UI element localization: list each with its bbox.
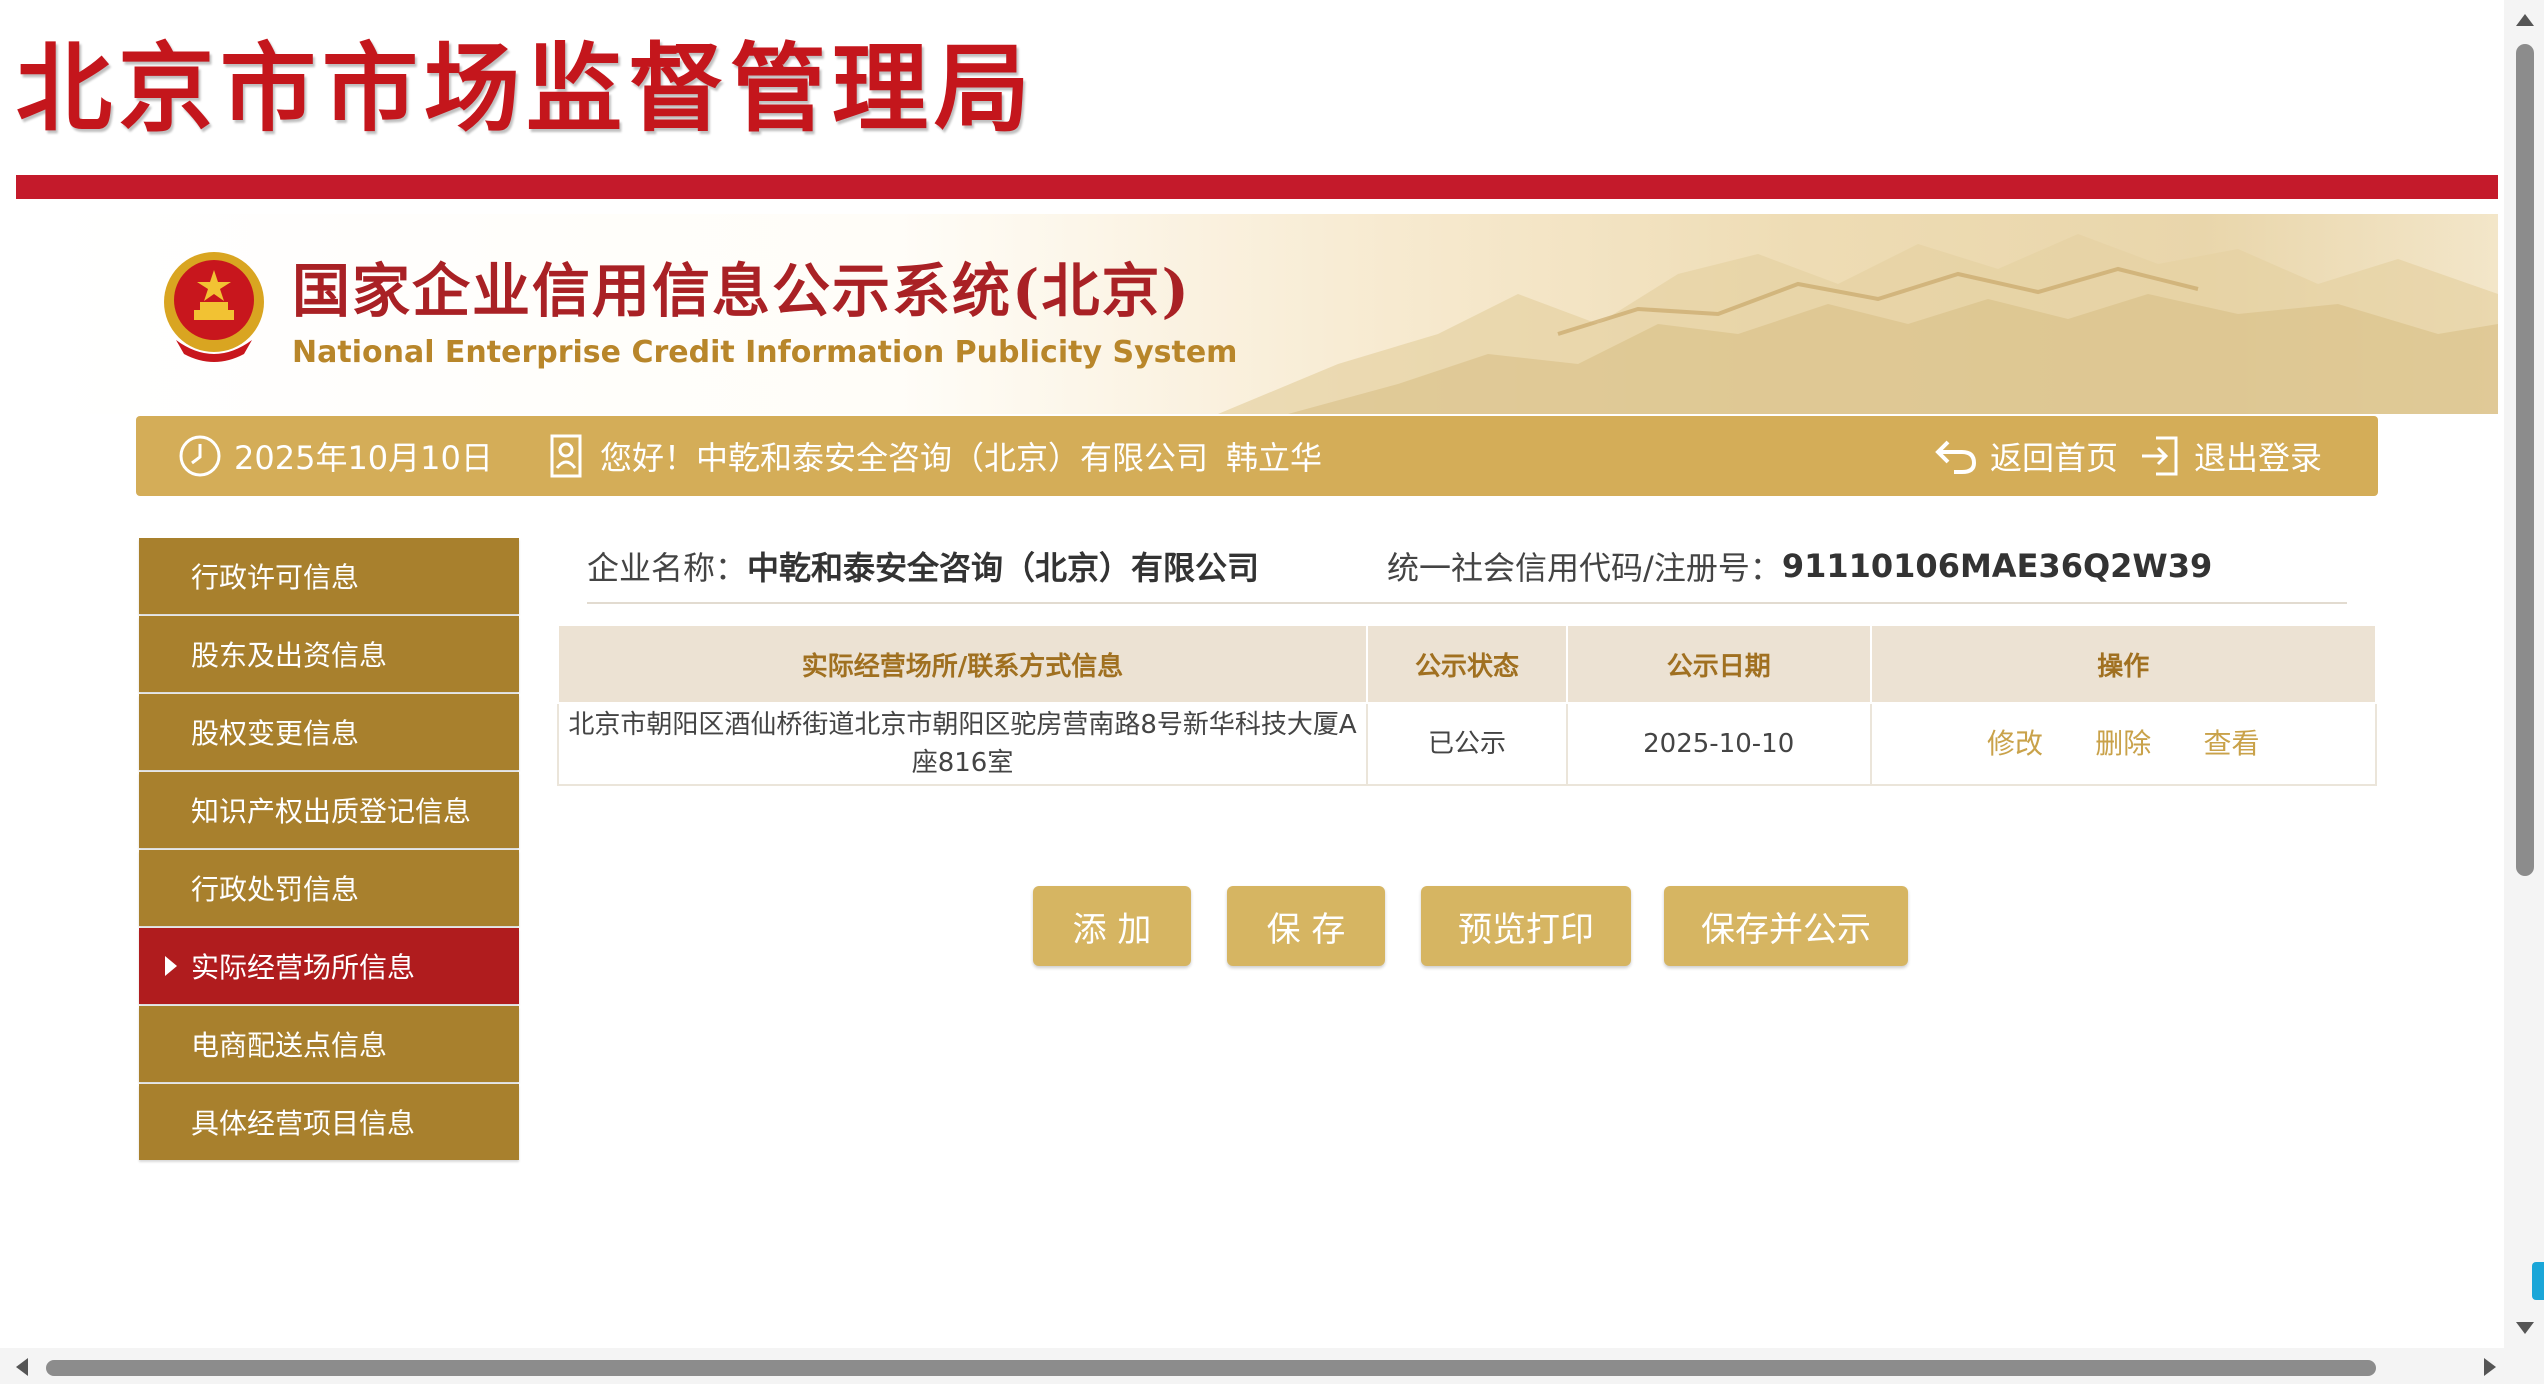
company-name: 中乾和泰安全咨询（北京）有限公司 bbox=[747, 549, 1260, 587]
logout-icon bbox=[2142, 436, 2178, 476]
column-header-address: 实际经营场所/联系方式信息 bbox=[556, 624, 1369, 704]
national-emblem-icon bbox=[164, 252, 264, 362]
sidebar-item-shareholders[interactable]: 股东及出资信息 bbox=[139, 616, 519, 692]
save-button[interactable]: 保 存 bbox=[1227, 886, 1385, 966]
sidebar-item-ecommerce-delivery[interactable]: 电商配送点信息 bbox=[139, 1006, 519, 1082]
logout-link[interactable]: 退出登录 bbox=[2136, 416, 2322, 496]
preview-print-button[interactable]: 预览打印 bbox=[1421, 886, 1631, 966]
id-badge-icon bbox=[550, 434, 582, 478]
save-and-publish-button[interactable]: 保存并公示 bbox=[1664, 886, 1908, 966]
scroll-down-arrow-icon[interactable] bbox=[2516, 1322, 2534, 1334]
system-title-en: National Enterprise Credit Information P… bbox=[292, 335, 1238, 370]
date-text: 2025年10月10日 bbox=[234, 439, 493, 477]
sidebar-item-label: 知识产权出质登记信息 bbox=[191, 795, 472, 828]
edit-link[interactable]: 修改 bbox=[1987, 727, 2043, 760]
column-header-actions: 操作 bbox=[1869, 624, 2378, 704]
agency-title: 北京市市场监督管理局 bbox=[16, 32, 1036, 145]
scrollbar-corner bbox=[2504, 1348, 2544, 1384]
add-button[interactable]: 添 加 bbox=[1033, 886, 1191, 966]
sidebar-item-equity-change[interactable]: 股权变更信息 bbox=[139, 694, 519, 770]
premises-address: 北京市朝阳区酒仙桥街道北京市朝阳区驼房营南路8号新华科技大厦A座816室 bbox=[556, 702, 1369, 786]
horizontal-scroll-thumb[interactable] bbox=[46, 1360, 2376, 1376]
sidebar-item-label: 电商配送点信息 bbox=[191, 1029, 388, 1062]
sidebar-item-label: 行政许可信息 bbox=[191, 561, 360, 594]
user-greeting: 您好！中乾和泰安全咨询（北京）有限公司 韩立华 bbox=[542, 416, 1322, 496]
credit-code: 91110106MAE36Q2W39 bbox=[1781, 547, 2213, 585]
logout-label: 退出登录 bbox=[2194, 439, 2323, 477]
scroll-left-arrow-icon[interactable] bbox=[16, 1358, 28, 1376]
publicity-date: 2025-10-10 bbox=[1565, 702, 1872, 786]
sidebar-item-label: 行政处罚信息 bbox=[191, 873, 360, 906]
clock-icon bbox=[179, 435, 221, 477]
company-name-label: 企业名称： bbox=[587, 549, 748, 587]
return-home-link[interactable]: 返回首页 bbox=[1932, 416, 2118, 496]
return-home-label: 返回首页 bbox=[1990, 439, 2119, 477]
view-link[interactable]: 查看 bbox=[2204, 727, 2260, 760]
sidebar-item-business-items[interactable]: 具体经营项目信息 bbox=[139, 1084, 519, 1160]
row-actions: 修改 删除 查看 bbox=[1869, 702, 2378, 786]
user-info-bar: 2025年10月10日 您好！中乾和泰安全咨询（北京）有限公司 韩立华 返回首页 bbox=[136, 416, 2378, 496]
vertical-scroll-thumb[interactable] bbox=[2516, 44, 2534, 876]
sidebar-item-label: 股权变更信息 bbox=[191, 717, 360, 750]
user-name: 韩立华 bbox=[1226, 439, 1323, 477]
delete-link[interactable]: 删除 bbox=[2095, 727, 2151, 760]
return-arrow-icon bbox=[1935, 440, 1977, 474]
column-header-date: 公示日期 bbox=[1565, 624, 1872, 704]
table-header-row: 实际经营场所/联系方式信息 公示状态 公示日期 操作 bbox=[556, 624, 2378, 704]
scroll-right-arrow-icon[interactable] bbox=[2484, 1358, 2496, 1376]
sidebar-item-admin-penalty[interactable]: 行政处罚信息 bbox=[139, 850, 519, 926]
publicity-status: 已公示 bbox=[1366, 702, 1568, 786]
sidebar-item-label: 实际经营场所信息 bbox=[191, 951, 416, 984]
system-title-cn: 国家企业信用信息公示系统(北京) bbox=[292, 257, 1191, 325]
greeting-text: 您好！中乾和泰安全咨询（北京）有限公司 bbox=[600, 439, 1209, 477]
page: 北京市市场监督管理局 国家企业信用信息公示系统(北京) National Ent… bbox=[0, 0, 2544, 1384]
sidebar-item-business-premises[interactable]: 实际经营场所信息 bbox=[139, 928, 519, 1004]
table-row: 北京市朝阳区酒仙桥街道北京市朝阳区驼房营南路8号新华科技大厦A座816室 已公示… bbox=[556, 702, 2378, 786]
sidebar-menu: 行政许可信息 股东及出资信息 股权变更信息 知识产权出质登记信息 行政处罚信息 … bbox=[139, 538, 519, 1162]
column-header-status: 公示状态 bbox=[1366, 624, 1568, 704]
scroll-up-arrow-icon[interactable] bbox=[2516, 14, 2534, 26]
floating-side-tab[interactable] bbox=[2532, 1262, 2544, 1300]
credit-code-label: 统一社会信用代码/注册号： bbox=[1387, 549, 1782, 587]
sidebar-item-label: 具体经营项目信息 bbox=[191, 1107, 416, 1140]
vertical-scrollbar[interactable] bbox=[2504, 0, 2544, 1348]
premises-table: 实际经营场所/联系方式信息 公示状态 公示日期 操作 北京市朝阳区酒仙桥街道北京… bbox=[556, 624, 2378, 786]
horizontal-scrollbar[interactable] bbox=[0, 1348, 2504, 1384]
company-info: 企业名称： 中乾和泰安全咨询（北京）有限公司 统一社会信用代码/注册号： 911… bbox=[587, 530, 2347, 604]
header-red-rule bbox=[16, 175, 2498, 199]
current-date: 2025年10月10日 bbox=[176, 416, 493, 496]
sidebar-item-label: 股东及出资信息 bbox=[191, 639, 388, 672]
sidebar-item-admin-license[interactable]: 行政许可信息 bbox=[139, 538, 519, 614]
sidebar-item-ip-pledge[interactable]: 知识产权出质登记信息 bbox=[139, 772, 519, 848]
